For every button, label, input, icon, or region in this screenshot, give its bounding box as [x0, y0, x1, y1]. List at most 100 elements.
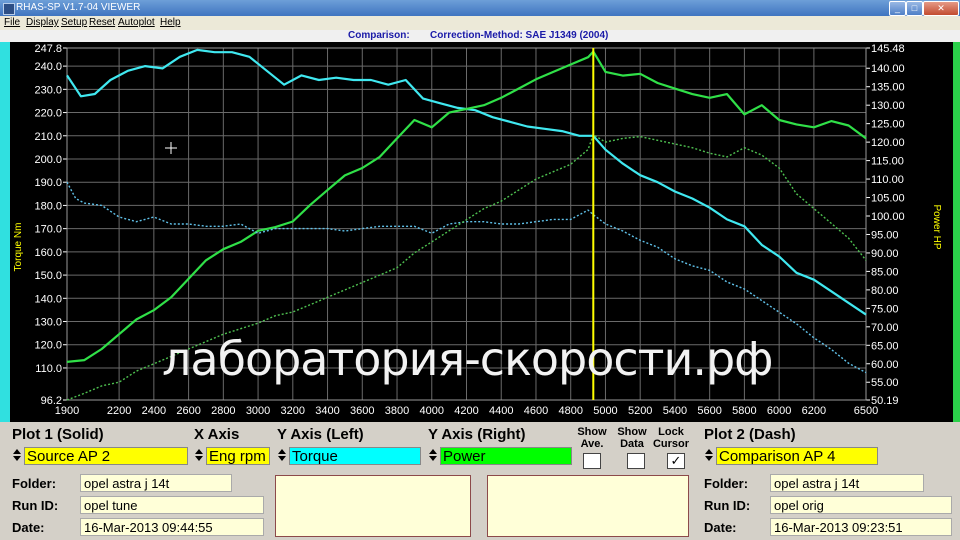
menu-bar: File Display Setup Reset Autoplot Help: [0, 16, 960, 30]
x-tick-label: 4800: [558, 405, 582, 417]
plot2-date-field[interactable]: 16-Mar-2013 09:23:51: [770, 518, 952, 536]
y2-tick-label: 130.00: [871, 100, 905, 112]
y-tick-label: 180.0: [34, 200, 62, 212]
y-tick-label: 150.0: [34, 270, 62, 282]
plot2-runid-field[interactable]: opel orig: [770, 496, 952, 514]
menu-display[interactable]: Display: [26, 16, 59, 30]
plot1-source-field[interactable]: Source AP 2: [24, 447, 188, 465]
y2-tick-label: 95.00: [871, 229, 899, 241]
x-tick-label: 5400: [663, 405, 687, 417]
maximize-button[interactable]: □: [906, 1, 923, 16]
dyno-chart[interactable]: 1900 2200 2400 2600 2800 3000 3200 3400 3600 3800…: [10, 42, 953, 422]
x-tick-label: 5600: [697, 405, 721, 417]
menu-reset[interactable]: Reset: [89, 16, 115, 30]
plot1-source-spinner[interactable]: [12, 447, 22, 465]
plot1-folder-label: Folder:: [12, 476, 57, 491]
window-title: RHAS-SP V1.7-04 VIEWER: [16, 2, 141, 13]
x-tick-label: 4200: [454, 405, 478, 417]
y-axis-label: Torque Nm: [13, 223, 24, 272]
menu-autoplot[interactable]: Autoplot: [118, 16, 155, 30]
y-tick-label: 220.0: [34, 108, 62, 120]
menu-file[interactable]: File: [4, 16, 20, 30]
plot2-runid-label: Run ID:: [704, 498, 751, 513]
plot2-folder-field[interactable]: opel astra j 14t: [770, 474, 924, 492]
watermark-text: лаборатория-скорости.рф: [162, 332, 773, 386]
x-tick-label: 6000: [767, 405, 791, 417]
plot1-runid-label: Run ID:: [12, 498, 59, 513]
y2-tick-label: 140.00: [871, 63, 905, 75]
y-tick-label: 230.0: [34, 84, 62, 96]
y-tick-label: 160.0: [34, 247, 62, 259]
y-tick-label: 240.0: [34, 61, 62, 73]
plot2-heading: Plot 2 (Dash): [704, 426, 796, 443]
plot2-folder-label: Folder:: [704, 476, 749, 491]
plot2-notes-area[interactable]: [487, 475, 689, 537]
menu-setup[interactable]: Setup: [61, 16, 87, 30]
yleft-field[interactable]: Torque: [289, 447, 421, 465]
minimize-button[interactable]: _: [889, 1, 906, 16]
y2-tick-label: 100.00: [871, 211, 905, 223]
plot1-folder-field[interactable]: opel astra j 14t: [80, 474, 232, 492]
x-tick-label: 4400: [489, 405, 513, 417]
show-ave-label: Show Ave.: [577, 426, 607, 450]
x-tick-label: 5000: [593, 405, 617, 417]
x-tick-label: 3200: [281, 405, 305, 417]
y-tick-label: 210.0: [34, 131, 62, 143]
y-tick-label: 110.0: [35, 363, 62, 375]
show-data-label: Show Data: [617, 426, 647, 450]
plot1-notes-area[interactable]: [275, 475, 471, 537]
y-tick-label: 130.0: [34, 317, 62, 329]
yleft-heading: Y Axis (Left): [277, 426, 364, 443]
plot1-date-field[interactable]: 16-Mar-2013 09:44:55: [80, 518, 264, 536]
y2-tick-label: 145.48: [871, 43, 905, 55]
title-bar: RHAS-SP V1.7-04 VIEWER _ □ ✕: [0, 0, 960, 16]
y2-tick-label: 115.00: [871, 156, 904, 168]
left-axis-color-strip: [0, 42, 10, 422]
x-tick-label: 6200: [802, 405, 826, 417]
x-tick-label: 2200: [107, 405, 131, 417]
plot1-date-label: Date:: [12, 520, 45, 535]
y-tick-label: 190.0: [34, 177, 62, 189]
app-icon: [3, 3, 15, 15]
plot1-runid-field[interactable]: opel tune: [80, 496, 264, 514]
x-tick-label: 3000: [246, 405, 270, 417]
show-data-checkbox[interactable]: [627, 453, 645, 469]
x-tick-label: 4600: [524, 405, 548, 417]
x-tick-label: 3800: [385, 405, 409, 417]
y2-tick-label: 90.00: [871, 248, 899, 260]
y2-tick-label: 125.00: [871, 119, 905, 131]
menu-help[interactable]: Help: [160, 16, 181, 30]
lock-cursor-checkbox[interactable]: ✓: [667, 453, 685, 469]
x-tick-label: 2600: [176, 405, 200, 417]
x-tick-label: 3400: [315, 405, 339, 417]
y2-tick-label: 80.00: [871, 285, 899, 297]
comparison-label: Comparison:: [348, 30, 410, 41]
y-tick-label: 140.0: [34, 293, 62, 305]
x-tick-label: 5800: [732, 405, 756, 417]
plot2-source-field[interactable]: Comparison AP 4: [716, 447, 878, 465]
right-axis-color-strip: [953, 42, 960, 422]
xaxis-spinner[interactable]: [194, 447, 204, 465]
yright-field[interactable]: Power: [440, 447, 572, 465]
yright-heading: Y Axis (Right): [428, 426, 526, 443]
y2-tick-label: 120.00: [871, 137, 905, 149]
correction-method: Correction-Method: SAE J1349 (2004): [430, 30, 609, 41]
close-button[interactable]: ✕: [923, 1, 959, 16]
yleft-spinner[interactable]: [277, 447, 287, 465]
xaxis-heading: X Axis: [194, 426, 240, 443]
y2-tick-label: 65.00: [871, 340, 899, 352]
x-tick-label: 4000: [420, 405, 444, 417]
x-tick-label: 3600: [350, 405, 374, 417]
y-tick-label: 96.2: [41, 395, 62, 407]
y-tick-label: 170.0: [34, 224, 62, 236]
yright-spinner[interactable]: [428, 447, 438, 465]
xaxis-field[interactable]: Eng rpm: [206, 447, 270, 465]
y-tick-label: 200.0: [34, 154, 62, 166]
y-tick-label: 120.0: [34, 340, 62, 352]
lock-cursor-label: Lock Cursor: [652, 426, 690, 450]
plot2-source-spinner[interactable]: [704, 447, 714, 465]
show-ave-checkbox[interactable]: [583, 453, 601, 469]
y2-tick-label: 55.00: [871, 377, 899, 389]
x-tick-label: 2400: [142, 405, 166, 417]
plot1-heading: Plot 1 (Solid): [12, 426, 104, 443]
